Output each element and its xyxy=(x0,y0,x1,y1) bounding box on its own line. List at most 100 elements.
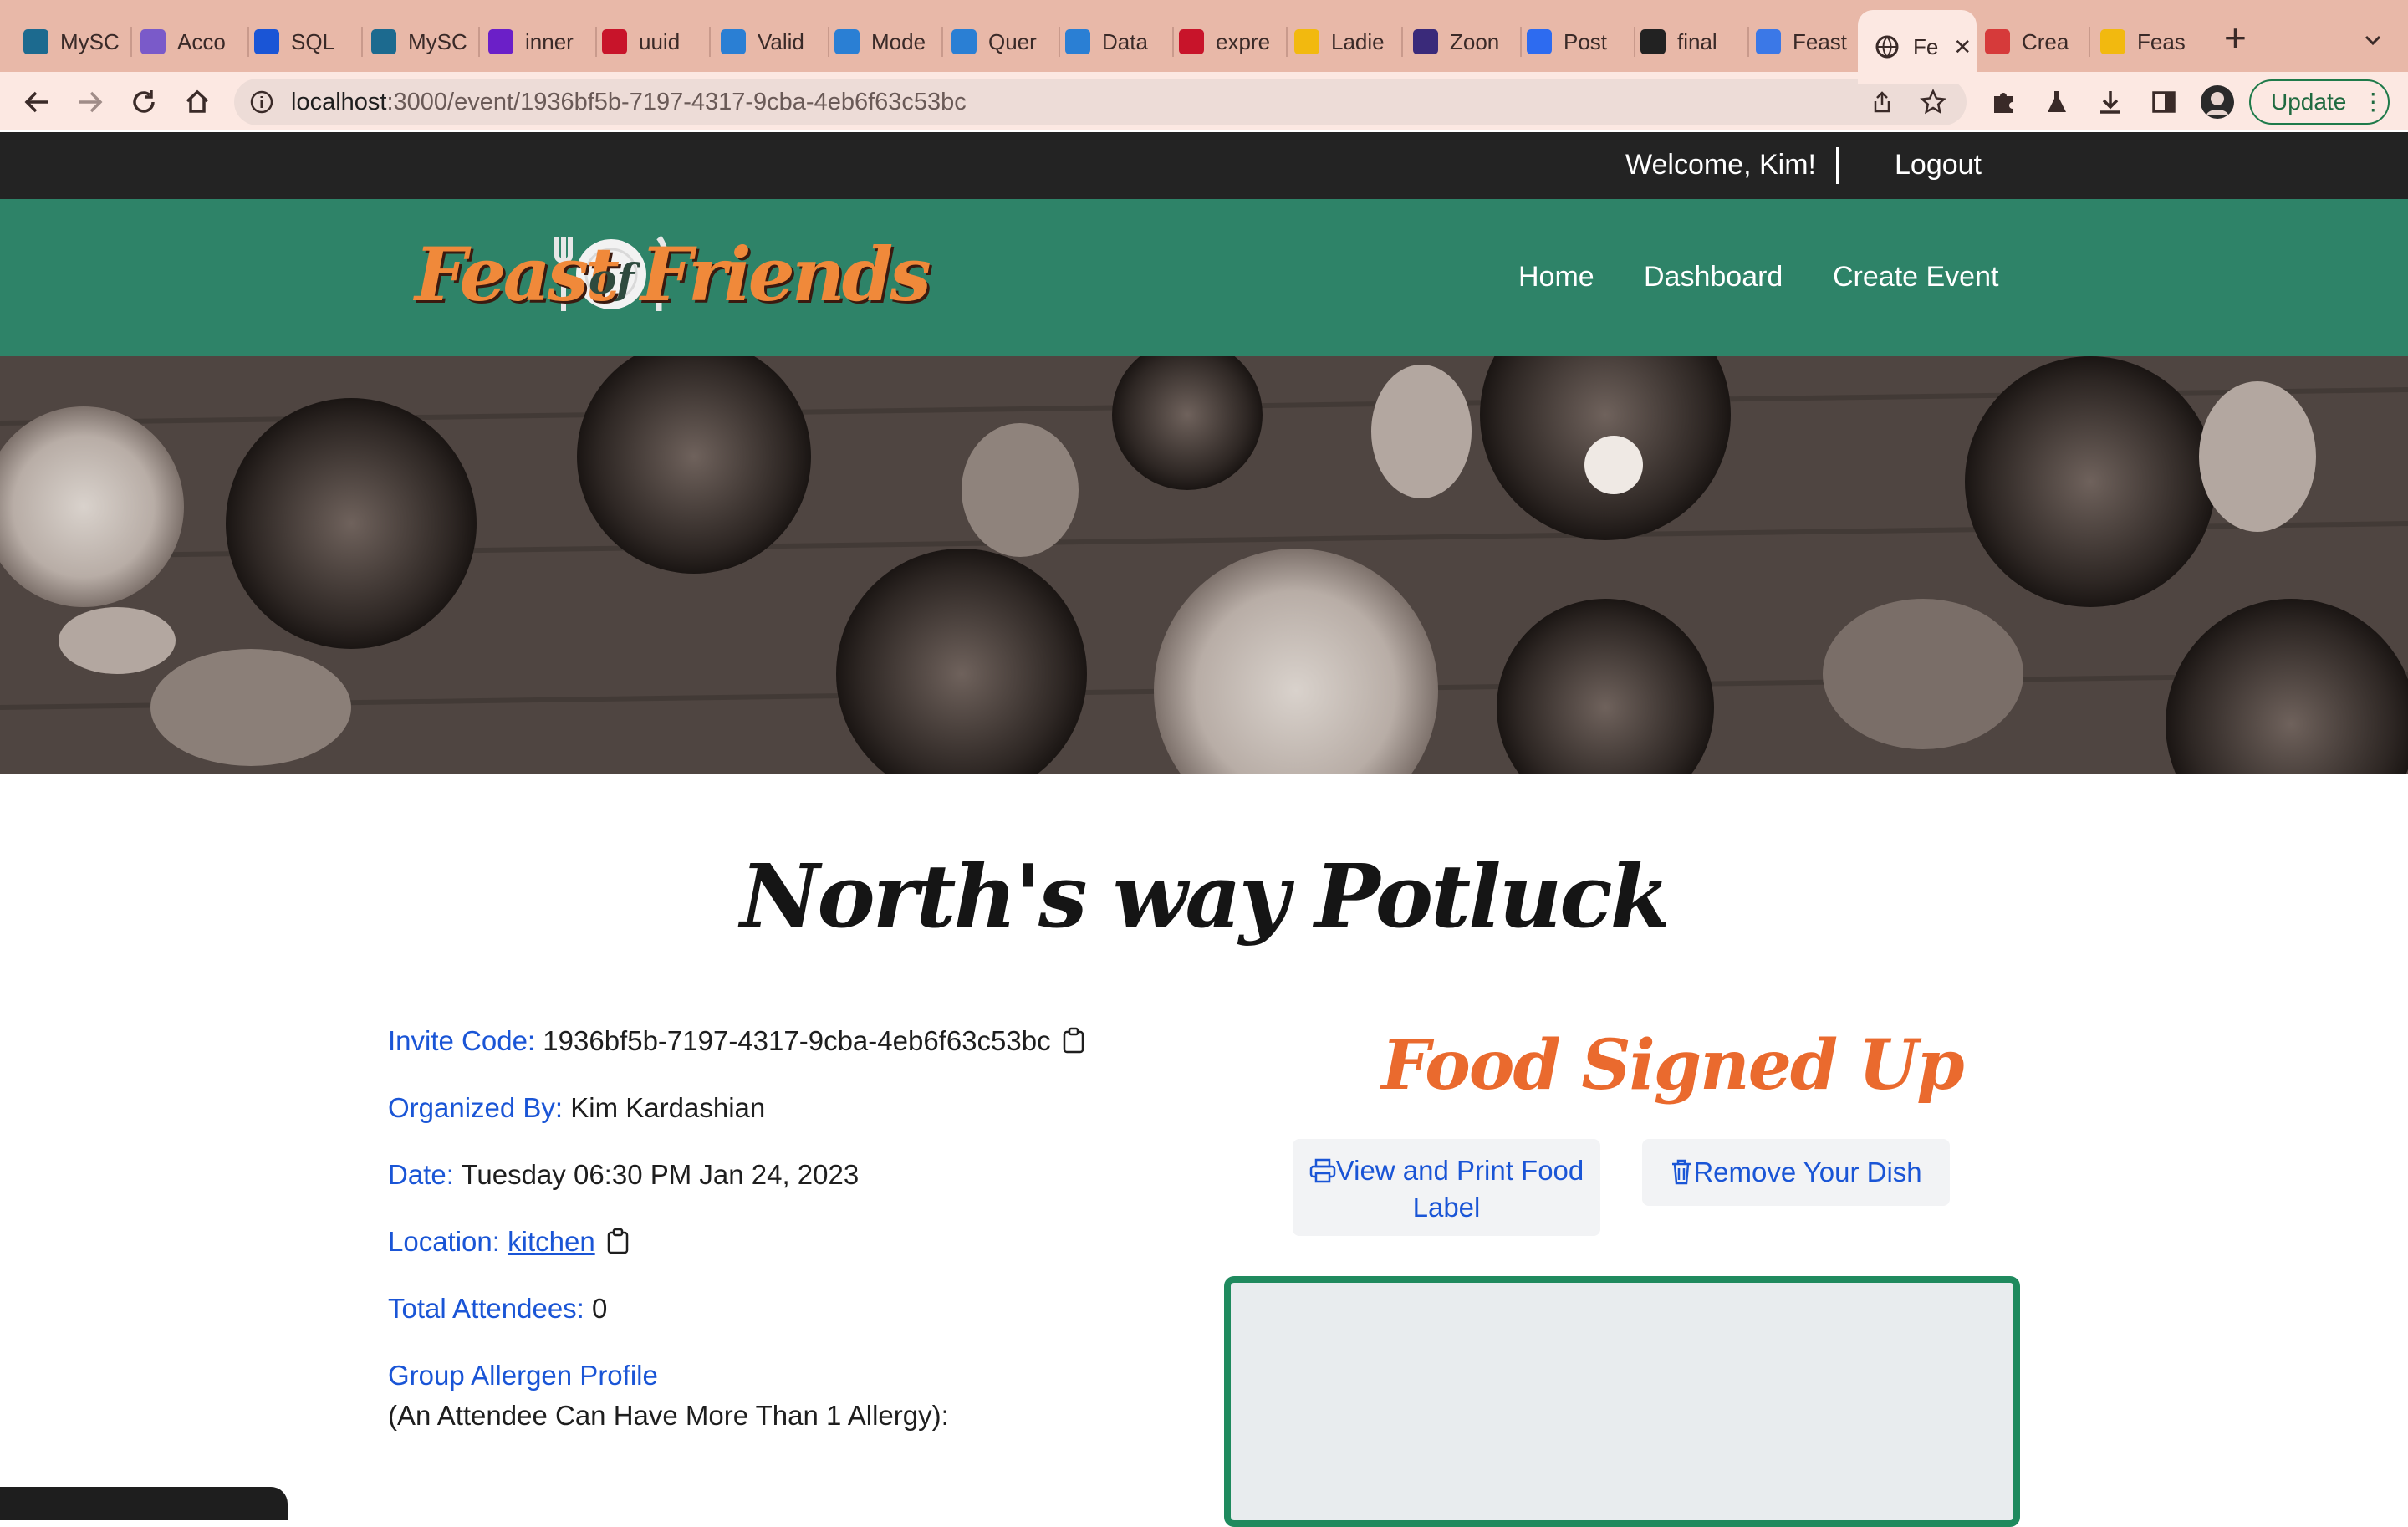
url-host: localhost xyxy=(291,88,387,115)
tab-separator xyxy=(595,27,597,57)
browser-tab[interactable]: final xyxy=(1640,18,1744,65)
copy-location-clipboard-icon[interactable] xyxy=(606,1228,630,1261)
browser-tab[interactable]: Feast xyxy=(1756,18,1860,65)
tab-separator xyxy=(247,27,249,57)
tab-separator xyxy=(828,27,829,57)
download-icon[interactable] xyxy=(2090,82,2130,122)
home-icon[interactable] xyxy=(177,82,217,122)
site-main-nav xyxy=(0,199,2408,356)
cube-icon xyxy=(951,29,977,54)
tab-separator xyxy=(2089,27,2090,57)
nav-dashboard[interactable]: Dashboard xyxy=(1644,261,1783,294)
view-print-label-button[interactable]: View and Print Food Label xyxy=(1293,1139,1600,1236)
attendees-label: Total Attendees: xyxy=(388,1293,584,1324)
remove-dish-text: Remove Your Dish xyxy=(1693,1157,1922,1187)
profile-avatar-icon[interactable] xyxy=(2197,82,2237,122)
topbar-divider xyxy=(1836,147,1839,184)
nav-create-event[interactable]: Create Event xyxy=(1833,261,1998,294)
browser-tab[interactable]: Acco xyxy=(140,18,244,65)
share-icon[interactable] xyxy=(1870,89,1895,115)
location-row: Location: kitchen xyxy=(388,1226,630,1261)
organizer-row: Organized By: Kim Kardashian xyxy=(388,1092,765,1124)
globe-icon xyxy=(1875,34,1900,59)
address-bar[interactable]: localhost :3000/event/1936bf5b-7197-4317… xyxy=(234,79,1967,125)
tab-separator xyxy=(1059,27,1060,57)
organizer-label: Organized By: xyxy=(388,1092,564,1123)
allergen-heading: Group Allergen Profile xyxy=(388,1360,658,1392)
browser-tab-label: Quer xyxy=(988,28,1037,54)
attendees-row: Total Attendees: 0 xyxy=(388,1293,607,1325)
mysql-icon xyxy=(371,29,396,54)
slides-icon xyxy=(2100,29,2125,54)
tab-separator xyxy=(478,27,480,57)
browser-tab[interactable]: uuid xyxy=(602,18,706,65)
browser-tab[interactable]: Data xyxy=(1065,18,1169,65)
github-icon xyxy=(1640,29,1666,54)
copy-clipboard-icon[interactable] xyxy=(1062,1027,1085,1060)
swoosh-icon xyxy=(1985,29,2010,54)
tab-separator xyxy=(1747,27,1749,57)
browser-tab[interactable]: expre xyxy=(1179,18,1283,65)
welcome-text: Welcome, Kim! xyxy=(1625,149,1816,181)
browser-tab[interactable]: SQL xyxy=(254,18,358,65)
forward-arrow-icon[interactable] xyxy=(70,82,110,122)
close-tab-icon[interactable]: ✕ xyxy=(1953,34,1972,60)
browser-tab[interactable]: inner xyxy=(488,18,592,65)
active-tab[interactable]: Fe ✕ xyxy=(1858,10,1977,84)
browser-tab-label: expre xyxy=(1216,28,1271,54)
browser-tab-label: Feas xyxy=(2137,28,2186,54)
extensions-puzzle-icon[interactable] xyxy=(1983,82,2023,122)
printer-icon xyxy=(1309,1157,1336,1191)
browser-tab[interactable]: Crea xyxy=(1985,18,2084,65)
update-button[interactable]: Update ⋮ xyxy=(2249,79,2390,125)
slides-icon xyxy=(1294,29,1319,54)
site-info-icon[interactable] xyxy=(249,89,274,115)
trash-icon xyxy=(1670,1158,1693,1192)
nav-home[interactable]: Home xyxy=(1518,261,1594,294)
logo-of: of xyxy=(589,254,635,304)
site-top-bar: Welcome, Kim! Logout xyxy=(0,132,2408,199)
npm-icon xyxy=(602,29,627,54)
browser-tab[interactable]: Quer xyxy=(951,18,1055,65)
tab-search-icon[interactable] xyxy=(2358,25,2388,55)
browser-tab[interactable]: MySC xyxy=(23,18,127,65)
site-logo[interactable]: Feast of Friends xyxy=(415,219,931,328)
browser-tab[interactable]: Valid xyxy=(721,18,824,65)
tab-separator xyxy=(1286,27,1288,57)
browser-tab-label: Valid xyxy=(758,28,804,54)
new-tab-button[interactable]: + xyxy=(2224,15,2247,60)
logout-link[interactable]: Logout xyxy=(1895,149,1982,181)
logo-friends: Friends xyxy=(640,231,931,318)
reload-icon[interactable] xyxy=(124,82,164,122)
location-link[interactable]: kitchen xyxy=(508,1226,595,1257)
yahoo-icon xyxy=(488,29,513,54)
browser-tab[interactable]: Mode xyxy=(834,18,938,65)
date-value: Tuesday 06:30 PM Jan 24, 2023 xyxy=(461,1159,860,1190)
allergen-note: (An Attendee Can Have More Than 1 Allerg… xyxy=(388,1400,949,1431)
side-panel-icon[interactable] xyxy=(2144,82,2184,122)
hero-food-banner xyxy=(0,356,2408,774)
browser-tab[interactable]: MySC xyxy=(371,18,475,65)
attendees-value: 0 xyxy=(592,1293,608,1324)
browser-tab[interactable]: Zoon xyxy=(1413,18,1517,65)
tab-separator xyxy=(1172,27,1174,57)
remove-dish-button[interactable]: Remove Your Dish xyxy=(1642,1139,1950,1206)
browser-tab-label: Crea xyxy=(2022,28,2069,54)
food-signed-up-title: Food Signed Up xyxy=(1381,1025,1964,1106)
browser-tab-label: final xyxy=(1677,28,1717,54)
labs-flask-icon[interactable] xyxy=(2037,82,2077,122)
browser-tab-label: SQL xyxy=(291,28,335,54)
browser-tab-label: Data xyxy=(1102,28,1148,54)
browser-tab[interactable]: Post xyxy=(1527,18,1630,65)
browser-tab-label: Zoon xyxy=(1450,28,1500,54)
bookmark-star-icon[interactable] xyxy=(1920,89,1946,115)
tab-separator xyxy=(1401,27,1403,57)
back-arrow-icon[interactable] xyxy=(17,82,57,122)
browser-tab[interactable]: Feas xyxy=(2100,18,2199,65)
invite-code-label: Invite Code: xyxy=(388,1025,536,1056)
bottom-overlay-bar xyxy=(0,1487,288,1520)
docs-icon xyxy=(1756,29,1781,54)
browser-tab[interactable]: Ladie xyxy=(1294,18,1398,65)
kebab-menu-icon[interactable]: ⋮ xyxy=(2361,90,2385,114)
tab-separator xyxy=(361,27,363,57)
